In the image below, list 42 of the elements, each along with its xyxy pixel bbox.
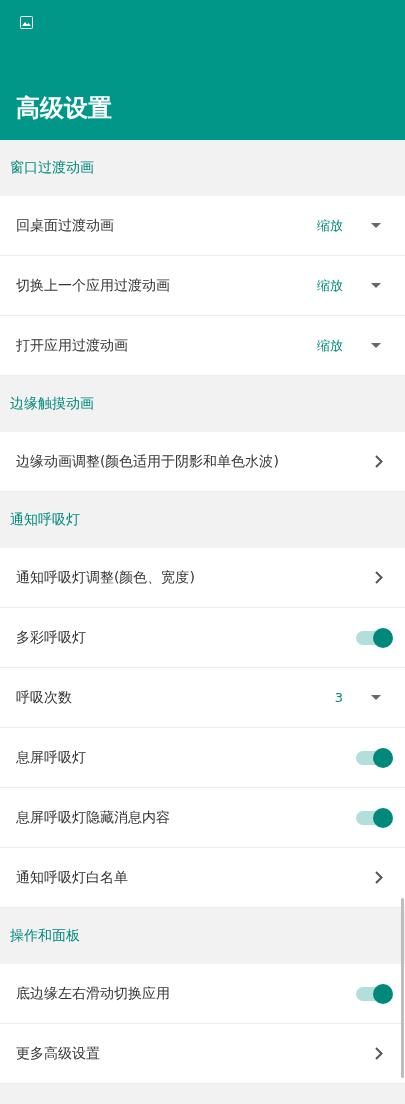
dropdown-value: 缩放 [317,216,343,235]
row-label: 打开应用过渡动画 [16,336,129,355]
row-label: 呼吸次数 [16,688,73,707]
settings-row[interactable]: 呼吸次数 3 [0,668,405,728]
image-icon [20,16,33,29]
caret-icon [371,694,381,701]
caret-icon [371,342,381,349]
section-title: 操作和面板 [10,927,80,945]
caret-icon [371,222,381,229]
dropdown-value: 缩放 [317,336,343,355]
settings-row[interactable]: 回桌面过渡动画 缩放 [0,196,405,256]
caret-icon [371,282,381,289]
settings-row[interactable]: 通知呼吸灯调整(颜色、宽度) [0,548,405,608]
row-label: 底边缘左右滑动切换应用 [16,984,171,1003]
section-title: 窗口过渡动画 [10,159,94,177]
row-label: 更多高级设置 [16,1044,101,1063]
settings-row[interactable]: 打开应用过渡动画 缩放 [0,316,405,376]
row-label: 息屏呼吸灯 [16,748,87,767]
page-title: 高级设置 [16,93,113,124]
settings-row[interactable]: 边缘动画调整(颜色适用于阴影和单色水波) [0,432,405,492]
row-label: 通知呼吸灯调整(颜色、宽度) [16,568,196,587]
row-label: 息屏呼吸灯隐藏消息内容 [16,808,171,827]
row-label: 切换上一个应用过渡动画 [16,276,171,295]
row-label: 通知呼吸灯白名单 [16,868,129,887]
section-title: 通知呼吸灯 [10,511,80,529]
chevron-right-icon [375,571,383,584]
settings-row[interactable]: 通知呼吸灯白名单 [0,848,405,908]
row-label: 边缘动画调整(颜色适用于阴影和单色水波) [16,452,280,471]
row-label: 多彩呼吸灯 [16,628,87,647]
dropdown-value: 3 [334,690,343,705]
chevron-right-icon [375,1047,383,1060]
chevron-right-icon [375,871,383,884]
row-label: 回桌面过渡动画 [16,216,115,235]
settings-row[interactable]: 息屏呼吸灯隐藏消息内容 [0,788,405,848]
settings-row[interactable]: 更多高级设置 [0,1024,405,1084]
settings-row[interactable]: 切换上一个应用过渡动画 缩放 [0,256,405,316]
settings-row[interactable]: 底边缘左右滑动切换应用 [0,964,405,1024]
dropdown-value: 缩放 [317,276,343,295]
settings-row[interactable]: 息屏呼吸灯 [0,728,405,788]
section-title: 边缘触摸动画 [10,395,94,413]
chevron-right-icon [375,455,383,468]
settings-row[interactable]: 多彩呼吸灯 [0,608,405,668]
